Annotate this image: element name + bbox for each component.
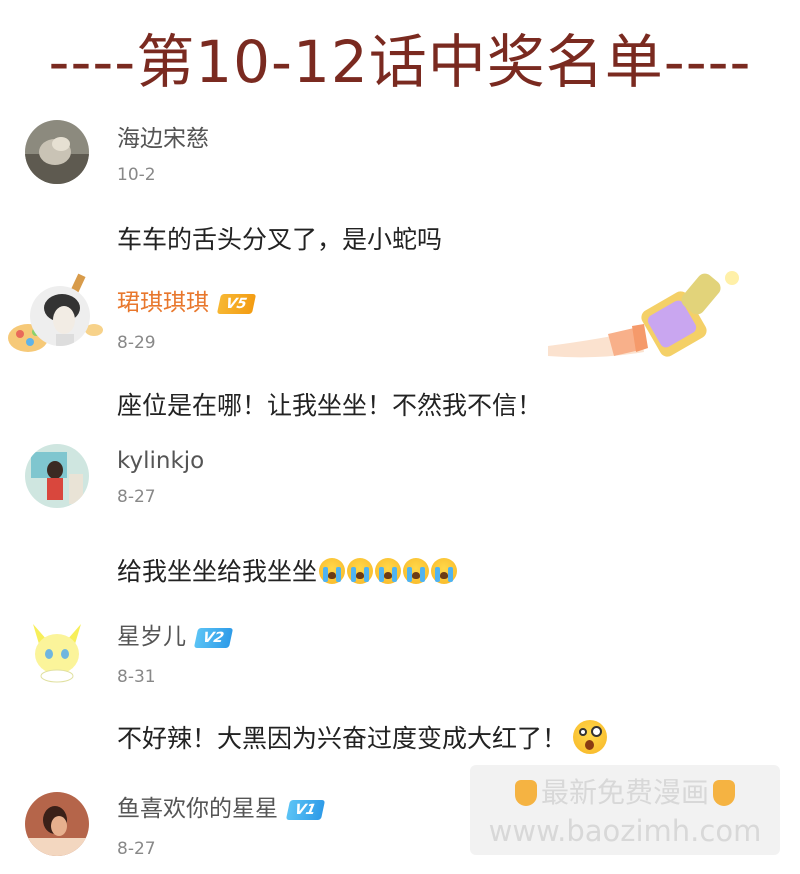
- loudly-crying-face-icon: [431, 558, 458, 584]
- avatar[interactable]: [30, 286, 90, 346]
- username[interactable]: 鱼喜欢你的星星 V1: [117, 794, 325, 824]
- username-text[interactable]: 珺琪琪琪: [117, 290, 209, 316]
- avatar[interactable]: [25, 792, 89, 856]
- comment-text-body: 不好辣！大黑因为兴奋过度变成大红了！: [117, 724, 568, 753]
- vip-level-badge: V5: [216, 293, 256, 314]
- comment-text-body: 给我坐坐给我坐坐: [117, 557, 318, 586]
- comment-text: 不好辣！大黑因为兴奋过度变成大红了！: [117, 720, 608, 757]
- astonished-face-icon: [573, 720, 608, 754]
- pointing-down-hand-icon: [514, 780, 537, 806]
- comment-text: 座位是在哪！让我坐坐！不然我不信！: [117, 391, 543, 420]
- avatar[interactable]: [25, 620, 89, 684]
- comment-date: 8-27: [117, 487, 156, 507]
- loudly-crying-face-icon: [375, 558, 402, 584]
- comment-text: 给我坐坐给我坐坐: [117, 554, 458, 590]
- loudly-crying-face-icon: [347, 558, 374, 584]
- comment-date: 8-29: [117, 333, 156, 353]
- comment-date: 8-31: [117, 667, 156, 687]
- username[interactable]: 星岁儿 V2: [117, 622, 233, 652]
- watermark-text: 最新免费漫画: [540, 776, 709, 809]
- username[interactable]: 珺琪琪琪 V5: [117, 288, 256, 318]
- username[interactable]: kylinkjo: [117, 446, 204, 476]
- vip-level-badge: V2: [193, 627, 233, 648]
- watermark: 最新免费漫画 www.baozimh.com: [470, 765, 780, 855]
- vip-level-badge: V1: [285, 799, 325, 820]
- avatar[interactable]: [25, 444, 89, 508]
- pointing-down-hand-icon: [713, 780, 735, 806]
- watermark-url[interactable]: www.baozimh.com: [470, 813, 780, 849]
- username[interactable]: 海边宋慈: [117, 124, 209, 154]
- paintbrush-decoration-icon: [548, 268, 746, 360]
- page-title: ----第10-12话中奖名单----: [48, 28, 752, 96]
- username-text[interactable]: 鱼喜欢你的星星: [117, 796, 278, 822]
- comment-date: 8-27: [117, 839, 156, 859]
- watermark-line1: 最新免费漫画: [470, 775, 780, 811]
- username-text[interactable]: 星岁儿: [117, 624, 186, 650]
- avatar[interactable]: [25, 120, 89, 184]
- comment-date: 10-2: [117, 165, 156, 185]
- comment-text: 车车的舌头分叉了，是小蛇吗: [117, 225, 443, 254]
- loudly-crying-face-icon: [319, 558, 346, 584]
- loudly-crying-face-icon: [403, 558, 430, 584]
